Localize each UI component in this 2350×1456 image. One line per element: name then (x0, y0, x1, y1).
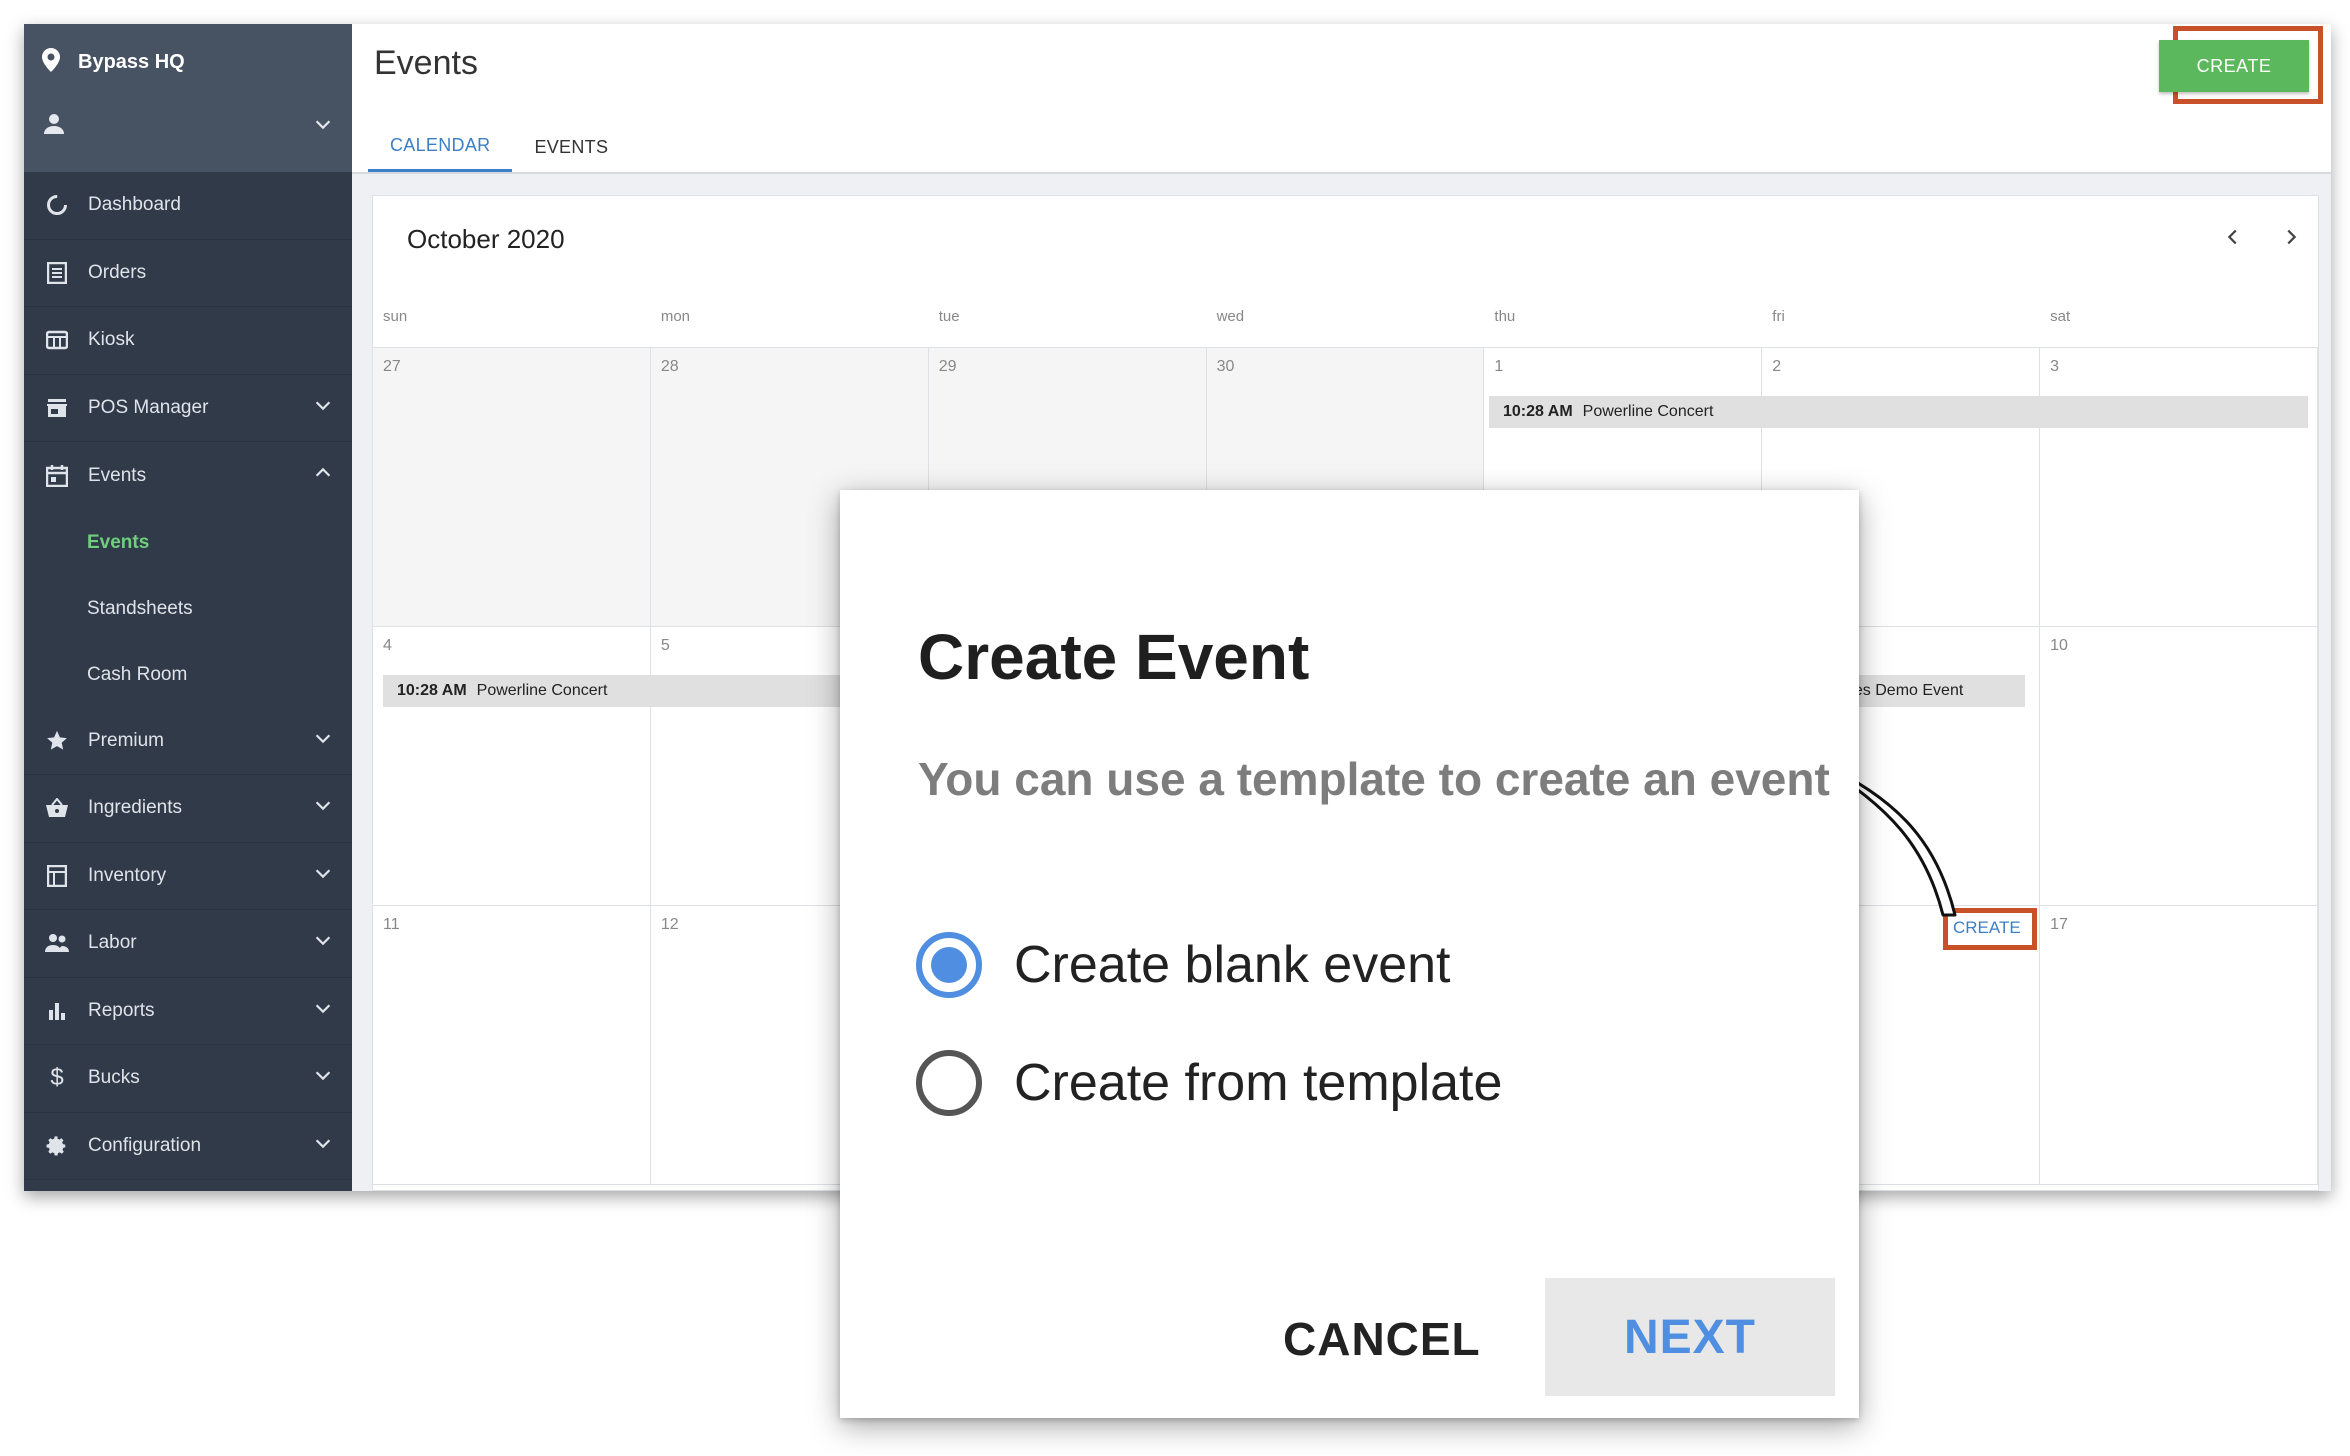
weekday-label: sun (383, 308, 408, 325)
sidebar-item-premium[interactable]: Premium (24, 708, 352, 775)
calendar-month-title: October 2020 (407, 224, 565, 254)
dollar-icon: $ (50, 1064, 64, 1092)
day-cell[interactable]: 11 (373, 906, 651, 1184)
sidebar-item-kiosk[interactable]: Kiosk (24, 307, 352, 375)
chevron-left-icon[interactable] (2222, 226, 2244, 253)
radio-button[interactable] (916, 1050, 982, 1116)
sidebar-item-labor[interactable]: Labor (24, 910, 352, 978)
people-icon (44, 930, 70, 956)
weekday-label: tue (938, 308, 960, 325)
option-from-template[interactable]: Create from template (916, 1050, 1502, 1116)
dialog-subtitle: You can use a template to create an even… (918, 753, 1830, 805)
option-label: Create from template (1014, 1054, 1503, 1112)
star-icon (44, 728, 70, 754)
chevron-down-icon (312, 727, 334, 755)
tab-calendar[interactable]: CALENDAR (368, 122, 513, 172)
event-name: Powerline Concert (1582, 403, 1714, 420)
chevron-up-icon (312, 462, 334, 490)
sidebar-item-ingredients[interactable]: Ingredients (24, 775, 352, 843)
option-blank-event[interactable]: Create blank event (916, 932, 1451, 998)
gear-icon (44, 1133, 70, 1159)
calendar-header: October 2020 (373, 196, 2318, 308)
weekday-header: sun mon tue wed thu fri sat (373, 308, 2318, 348)
sidebar-item-orders[interactable]: Orders (24, 240, 352, 307)
chevron-down-icon (312, 1132, 334, 1160)
user-menu[interactable] (42, 100, 334, 152)
event-time: 10:28 AM (397, 682, 467, 699)
cancel-button[interactable]: CANCEL (1283, 1312, 1481, 1366)
day-cell[interactable]: 3 (2040, 348, 2318, 626)
sidebar: Bypass HQ Dashboard Orders Kiosk POS Man… (24, 24, 352, 1191)
day-cell[interactable]: 17 (2040, 906, 2318, 1184)
dashboard-icon (44, 192, 70, 218)
inventory-icon (44, 863, 70, 889)
weekday-label: wed (1216, 308, 1245, 325)
weekday-label: fri (1772, 308, 1785, 325)
day-cell[interactable]: 4 (373, 627, 651, 905)
next-button[interactable]: NEXT (1545, 1278, 1835, 1396)
radio-button-selected[interactable] (916, 932, 982, 998)
sidebar-item-label: Premium (88, 729, 165, 751)
location-pin-icon (42, 47, 60, 77)
option-label: Create blank event (1014, 936, 1451, 994)
sidebar-subitem-cash-room[interactable]: Cash Room (24, 642, 352, 708)
event-bar[interactable]: 10:28 AM Powerline Concert (1489, 396, 2308, 428)
sidebar-item-label: POS Manager (88, 396, 209, 418)
sidebar-item-configuration[interactable]: Configuration (24, 1113, 352, 1180)
sidebar-subitem-standsheets[interactable]: Standsheets (24, 576, 352, 642)
sidebar-item-label: Dashboard (88, 194, 181, 216)
sidebar-item-label: Events (88, 464, 147, 486)
sidebar-item-label: Orders (88, 261, 147, 283)
chevron-down-icon (312, 394, 334, 422)
sidebar-item-label: Reports (88, 999, 155, 1021)
sidebar-item-pos-manager[interactable]: POS Manager (24, 375, 352, 442)
orders-icon (44, 260, 70, 286)
sidebar-menu: Dashboard Orders Kiosk POS Manager Event… (24, 172, 352, 1180)
store-icon (44, 395, 70, 421)
sidebar-item-label: Bucks (88, 1067, 140, 1089)
page-header: Events CREATE CALENDAR EVENTS (352, 24, 2331, 174)
sidebar-item-label: Configuration (88, 1134, 202, 1156)
chevron-down-icon[interactable] (312, 113, 334, 140)
bar-chart-icon (44, 998, 70, 1024)
chevron-down-icon (312, 862, 334, 890)
create-event-dialog: Create Event You can use a template to c… (840, 490, 1859, 1418)
sidebar-header: Bypass HQ (24, 24, 352, 172)
sidebar-subitem-events[interactable]: Events (24, 510, 352, 576)
sidebar-item-events[interactable]: Events (24, 442, 352, 510)
sidebar-item-label: Ingredients (88, 797, 183, 819)
chevron-down-icon (312, 929, 334, 957)
day-cell[interactable]: 10 (2040, 627, 2318, 905)
event-name: Powerline Concert (476, 682, 608, 699)
calendar-nav (2222, 226, 2302, 253)
day-cell[interactable]: 27 (373, 348, 651, 626)
page-title: Events (374, 44, 478, 82)
sidebar-item-inventory[interactable]: Inventory (24, 843, 352, 910)
dialog-title: Create Event (918, 621, 1310, 693)
basket-icon (44, 795, 70, 821)
sidebar-item-dashboard[interactable]: Dashboard (24, 172, 352, 240)
weekday-label: thu (1494, 308, 1516, 325)
event-time: 10:28 AM (1503, 403, 1573, 420)
calendar-icon (44, 463, 70, 489)
kiosk-icon (44, 327, 70, 353)
sidebar-item-bucks[interactable]: $ Bucks (24, 1045, 352, 1113)
chevron-down-icon (312, 794, 334, 822)
sidebar-item-reports[interactable]: Reports (24, 978, 352, 1045)
create-button[interactable]: CREATE (2159, 40, 2309, 92)
event-bar[interactable]: 10:28 AM Powerline Concert (383, 675, 903, 707)
user-icon (42, 112, 66, 141)
sidebar-item-label: Labor (88, 932, 137, 954)
venue-selector[interactable]: Bypass HQ (42, 24, 334, 100)
sidebar-item-label: Kiosk (88, 329, 135, 351)
tab-bar: CALENDAR EVENTS (368, 122, 630, 172)
tab-events[interactable]: EVENTS (512, 122, 630, 172)
sidebar-item-label: Inventory (88, 864, 167, 886)
chevron-right-icon[interactable] (2280, 226, 2302, 253)
weekday-label: mon (660, 308, 691, 325)
weekday-label: sat (2050, 308, 2071, 325)
chevron-down-icon (312, 1064, 334, 1092)
chevron-down-icon (312, 997, 334, 1025)
venue-name: Bypass HQ (78, 50, 185, 73)
